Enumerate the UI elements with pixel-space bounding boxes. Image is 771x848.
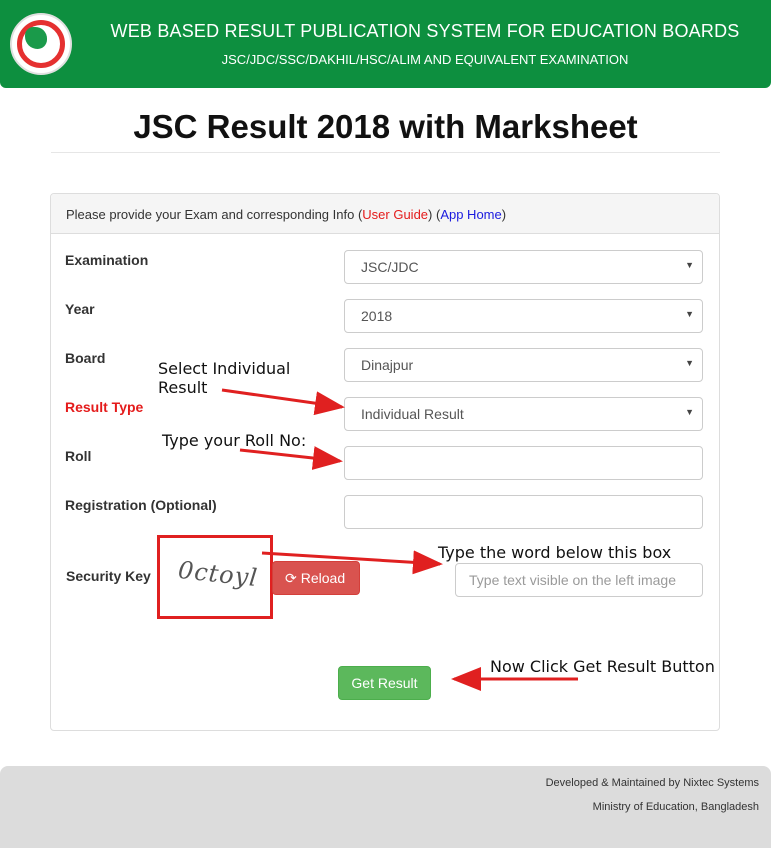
panel-separator-text: ) (	[428, 207, 441, 222]
annotation-select-individual-2: Result	[158, 378, 208, 397]
annotation-type-word: Type the word below this box	[438, 543, 672, 562]
header-subtitle: JSC/JDC/SSC/DAKHIL/HSC/ALIM AND EQUIVALE…	[221, 52, 629, 67]
result-type-label: Result Type	[65, 399, 144, 415]
result-type-select[interactable]: Individual Result ▼	[344, 397, 703, 431]
security-key-label: Security Key	[66, 568, 151, 584]
year-value: 2018	[361, 308, 393, 324]
chevron-down-icon: ▼	[685, 358, 694, 368]
captcha-text: 0ctoyl	[176, 555, 260, 593]
chevron-down-icon: ▼	[685, 260, 694, 270]
registration-label: Registration (Optional)	[65, 497, 217, 513]
reload-captcha-button[interactable]: ⟳ Reload	[272, 561, 360, 595]
annotation-type-roll: Type your Roll No:	[162, 431, 307, 450]
roll-label: Roll	[65, 448, 92, 464]
footer-ministry: Ministry of Education, Bangladesh	[592, 801, 759, 813]
panel-heading: Please provide your Exam and correspondi…	[51, 194, 719, 234]
title-divider	[51, 152, 720, 153]
reload-icon: ⟳	[285, 570, 297, 586]
chevron-down-icon: ▼	[685, 309, 694, 319]
examination-value: JSC/JDC	[361, 259, 419, 275]
captcha-image: 0ctoyl	[157, 535, 273, 619]
app-home-link[interactable]: App Home	[440, 207, 501, 222]
roll-input[interactable]	[344, 446, 703, 480]
panel-end-text: )	[501, 207, 507, 222]
annotation-click-get-result: Now Click Get Result Button	[490, 657, 715, 676]
footer-developer: Developed & Maintained by Nixtec Systems	[545, 777, 759, 789]
chevron-down-icon: ▼	[685, 407, 694, 417]
examination-label: Examination	[65, 252, 149, 268]
annotation-select-individual-1: Select Individual	[158, 359, 291, 378]
board-label: Board	[65, 350, 106, 366]
panel-intro-text: Please provide your Exam and correspondi…	[66, 207, 363, 222]
user-guide-link[interactable]: User Guide	[362, 207, 428, 222]
get-result-button[interactable]: Get Result	[338, 666, 431, 700]
examination-select[interactable]: JSC/JDC ▼	[344, 250, 703, 284]
year-label: Year	[65, 301, 95, 317]
site-footer: Developed & Maintained by Nixtec Systems…	[0, 766, 771, 848]
result-type-value: Individual Result	[361, 406, 464, 422]
year-select[interactable]: 2018 ▼	[344, 299, 703, 333]
reload-label: Reload	[300, 570, 346, 586]
site-header: WEB BASED RESULT PUBLICATION SYSTEM FOR …	[0, 0, 771, 88]
page-title: JSC Result 2018 with Marksheet	[133, 108, 638, 145]
captcha-input[interactable]	[455, 563, 703, 597]
bangladesh-seal-logo	[10, 13, 72, 75]
header-title: WEB BASED RESULT PUBLICATION SYSTEM FOR …	[110, 21, 740, 41]
board-value: Dinajpur	[361, 357, 414, 373]
registration-input[interactable]	[344, 495, 703, 529]
board-select[interactable]: Dinajpur ▼	[344, 348, 703, 382]
